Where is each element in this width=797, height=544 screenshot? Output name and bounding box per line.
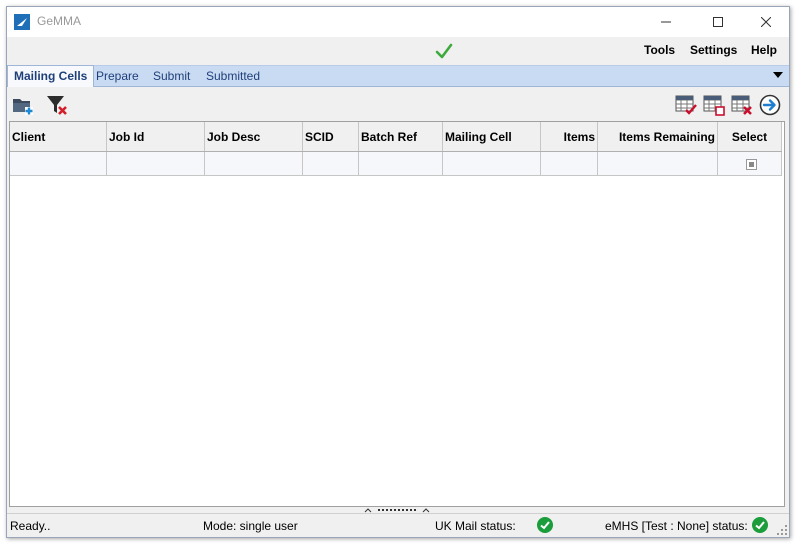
minimize-button[interactable]: [643, 7, 689, 37]
delete-rows-icon[interactable]: [731, 94, 753, 116]
column-header-job-desc[interactable]: Job Desc: [205, 122, 303, 151]
ukmail-ok-icon: [537, 517, 553, 533]
go-forward-icon[interactable]: [759, 94, 781, 116]
open-folder-add-icon[interactable]: [12, 94, 34, 116]
mailing-cells-grid[interactable]: Client Job Id Job Desc SCID Batch Ref Ma…: [9, 121, 785, 507]
tab-submit[interactable]: Submit: [147, 66, 196, 87]
deselect-rows-icon[interactable]: [703, 94, 725, 116]
column-header-mailing-cell[interactable]: Mailing Cell: [443, 122, 541, 151]
resize-grip-icon[interactable]: [777, 525, 787, 535]
column-header-batch-ref[interactable]: Batch Ref: [359, 122, 443, 151]
emhs-ok-icon: [752, 517, 768, 533]
window-title: GeMMA: [37, 14, 82, 28]
tab-mailing-cells[interactable]: Mailing Cells: [7, 65, 95, 87]
tab-overflow-dropdown-icon[interactable]: [773, 72, 783, 78]
grid-filter-row: [10, 152, 782, 176]
column-header-items[interactable]: Items: [541, 122, 598, 151]
status-ready: Ready..: [10, 519, 51, 533]
filter-batch-ref[interactable]: [359, 152, 443, 175]
menu-tools[interactable]: Tools: [644, 43, 675, 57]
status-emhs-label: eMHS [Test : None] status:: [605, 519, 748, 533]
maximize-button[interactable]: [695, 7, 741, 37]
filter-items[interactable]: [541, 152, 598, 175]
column-header-items-remaining[interactable]: Items Remaining: [598, 122, 718, 151]
status-bar: Ready.. Mode: single user UK Mail status…: [7, 513, 789, 537]
filter-mailing-cell[interactable]: [443, 152, 541, 175]
filter-job-id[interactable]: [107, 152, 205, 175]
toolbar: [7, 88, 789, 120]
app-logo-icon: [14, 14, 30, 30]
filter-client[interactable]: [10, 152, 107, 175]
tab-submitted[interactable]: Submitted: [200, 66, 266, 87]
menu-settings[interactable]: Settings: [690, 43, 737, 57]
check-icon: [435, 43, 453, 59]
title-bar: GeMMA: [7, 7, 789, 37]
grid-header: Client Job Id Job Desc SCID Batch Ref Ma…: [10, 122, 782, 152]
column-header-select[interactable]: Select: [718, 122, 782, 151]
clear-filter-icon[interactable]: [46, 94, 68, 116]
filter-job-desc[interactable]: [205, 152, 303, 175]
tab-bar: Mailing Cells Prepare Submit Submitted: [7, 65, 789, 87]
app-window: GeMMA Tools Settings Help Mailing Cells …: [6, 6, 790, 538]
status-ukmail-label: UK Mail status:: [435, 519, 516, 533]
column-header-scid[interactable]: SCID: [303, 122, 359, 151]
column-header-client[interactable]: Client: [10, 122, 107, 151]
close-button[interactable]: [743, 7, 789, 37]
close-icon: [761, 17, 771, 27]
column-header-job-id[interactable]: Job Id: [107, 122, 205, 151]
maximize-icon: [713, 17, 723, 27]
filter-scid[interactable]: [303, 152, 359, 175]
menu-help[interactable]: Help: [751, 43, 777, 57]
filter-items-remaining[interactable]: [598, 152, 718, 175]
select-filter-checkbox[interactable]: [746, 159, 757, 170]
menu-bar: Tools Settings Help: [7, 37, 789, 65]
minimize-icon: [661, 21, 671, 23]
select-all-rows-icon[interactable]: [675, 94, 697, 116]
status-mode: Mode: single user: [203, 519, 298, 533]
tab-prepare[interactable]: Prepare: [90, 66, 145, 87]
